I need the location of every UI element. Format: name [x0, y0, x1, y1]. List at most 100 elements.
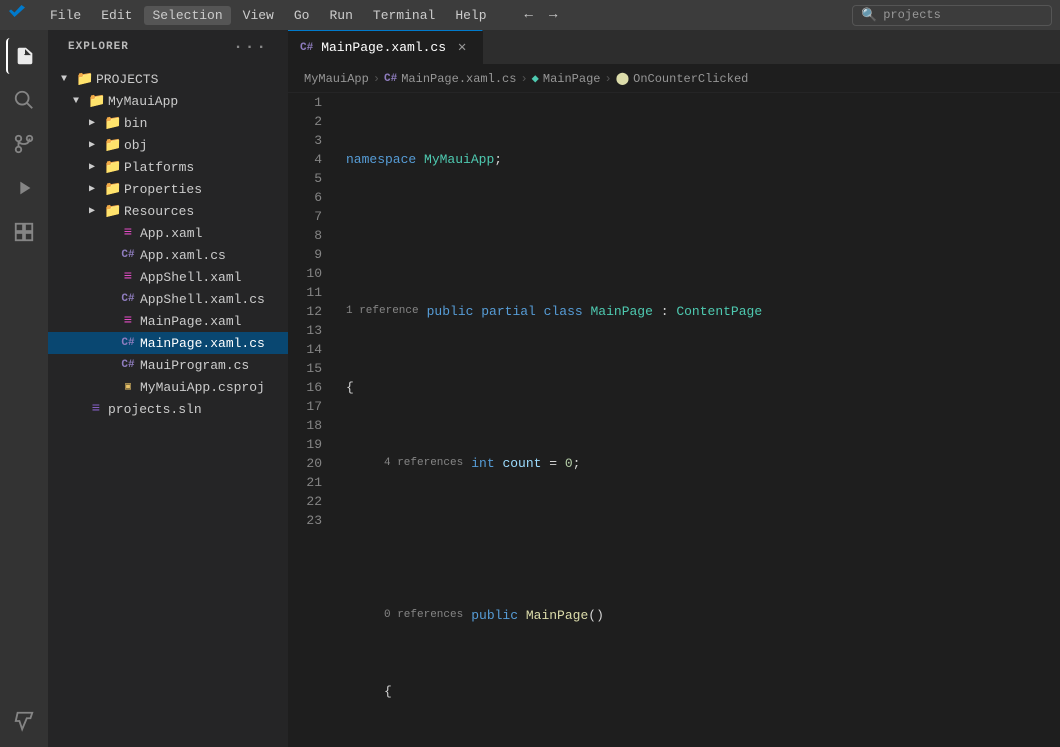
sidebar-item-projects[interactable]: ▼ 📁 PROJECTS [48, 68, 288, 90]
sidebar-item-resources[interactable]: ▶ 📁 Resources [48, 200, 288, 222]
sidebar: EXPLORER ··· ▼ 📁 PROJECTS ▼ 📁 MyMauiApp … [48, 30, 288, 747]
menu-terminal[interactable]: Terminal [365, 6, 443, 25]
vscode-logo [8, 4, 26, 27]
csproj-file-icon: ▣ [120, 381, 136, 393]
testing-activity-icon[interactable] [6, 703, 42, 739]
breadcrumb-sep-3: › [604, 72, 611, 86]
sidebar-title: EXPLORER [68, 41, 129, 53]
chevron-right-icon: ▶ [84, 161, 100, 173]
breadcrumb-method-icon: ⬤ [616, 71, 629, 86]
xaml-file-icon: ≡ [120, 269, 136, 285]
menu-help[interactable]: Help [447, 6, 494, 25]
tab-mainpagexamlcs[interactable]: C# MainPage.xaml.cs ✕ [288, 30, 483, 64]
mainpagexamlcs-label: MainPage.xaml.cs [140, 336, 288, 351]
code-line-4: { [338, 378, 1060, 397]
code-editor[interactable]: 12345 678910 1112131415 1617181920 21222… [288, 93, 1060, 747]
folder-icon: 📁 [88, 93, 104, 110]
code-line-3: 1 referencepublic partial class MainPage… [338, 302, 1060, 321]
menu-bar: File Edit Selection View Go Run Terminal… [42, 6, 495, 25]
menu-view[interactable]: View [235, 6, 282, 25]
sidebar-item-appshellxaml[interactable]: ▶ ≡ AppShell.xaml [48, 266, 288, 288]
source-control-activity-icon[interactable] [6, 126, 42, 162]
code-line-6 [338, 530, 1060, 549]
sidebar-item-mainpagexaml[interactable]: ▶ ≡ MainPage.xaml [48, 310, 288, 332]
breadcrumb-filename[interactable]: MainPage.xaml.cs [401, 72, 516, 86]
mauiprogram-label: MauiProgram.cs [140, 358, 288, 373]
menu-file[interactable]: File [42, 6, 89, 25]
menu-go[interactable]: Go [286, 6, 318, 25]
chevron-right-icon: ▶ [84, 205, 100, 217]
properties-label: Properties [124, 182, 288, 197]
search-activity-icon[interactable] [6, 82, 42, 118]
code-line-5: 4 referencesint count = 0; [338, 454, 1060, 473]
sidebar-item-csproj[interactable]: ▶ ▣ MyMauiApp.csproj [48, 376, 288, 398]
sidebar-item-properties[interactable]: ▶ 📁 Properties [48, 178, 288, 200]
explorer-activity-icon[interactable] [6, 38, 42, 74]
tab-label: MainPage.xaml.cs [321, 40, 446, 55]
titlebar: File Edit Selection View Go Run Terminal… [0, 0, 1060, 30]
menu-edit[interactable]: Edit [93, 6, 140, 25]
sln-label: projects.sln [108, 402, 288, 417]
appshellxaml-label: AppShell.xaml [140, 270, 288, 285]
editor-area: C# MainPage.xaml.cs ✕ MyMauiApp › C# Mai… [288, 30, 1060, 747]
code-line-7: 0 referencespublic MainPage() [338, 606, 1060, 625]
appshellxamlcs-label: AppShell.xaml.cs [140, 292, 288, 307]
search-placeholder: projects [883, 8, 941, 22]
folder-icon: 📁 [104, 203, 120, 220]
line-numbers: 12345 678910 1112131415 1617181920 21222… [288, 93, 338, 747]
breadcrumb-classname[interactable]: MainPage [543, 72, 601, 86]
resources-label: Resources [124, 204, 288, 219]
titlebar-search[interactable]: 🔍 projects [852, 5, 1052, 26]
breadcrumb: MyMauiApp › C# MainPage.xaml.cs › ◆ Main… [288, 65, 1060, 93]
xaml-file-icon: ≡ [120, 313, 136, 329]
breadcrumb-mymauiapp[interactable]: MyMauiApp [304, 72, 369, 86]
sidebar-item-mymauiapp[interactable]: ▼ 📁 MyMauiApp [48, 90, 288, 112]
breadcrumb-sep-1: › [373, 72, 380, 86]
run-debug-activity-icon[interactable] [6, 170, 42, 206]
breadcrumb-class-icon: ◆ [532, 71, 539, 86]
cs-file-icon: C# [120, 337, 136, 349]
sln-file-icon: ≡ [88, 401, 104, 417]
tab-close-button[interactable]: ✕ [454, 40, 470, 56]
cs-file-icon: C# [120, 359, 136, 371]
menu-run[interactable]: Run [321, 6, 360, 25]
menu-selection[interactable]: Selection [144, 6, 230, 25]
search-icon: 🔍 [861, 8, 877, 23]
mainpagexaml-label: MainPage.xaml [140, 314, 288, 329]
titlebar-nav: ← → [519, 5, 564, 25]
folder-icon: 📁 [104, 115, 120, 132]
nav-back-button[interactable]: ← [519, 5, 539, 25]
sidebar-header: EXPLORER ··· [48, 30, 288, 64]
breadcrumb-methodname[interactable]: OnCounterClicked [633, 72, 748, 86]
platforms-label: Platforms [124, 160, 288, 175]
chevron-right-icon: ▶ [84, 117, 100, 129]
code-content[interactable]: namespace MyMauiApp; 1 referencepublic p… [338, 93, 1060, 747]
obj-label: obj [124, 138, 288, 153]
folder-icon: 📁 [104, 137, 120, 154]
sidebar-item-appxamlcs[interactable]: ▶ C# App.xaml.cs [48, 244, 288, 266]
appxaml-label: App.xaml [140, 226, 288, 241]
appxamlcs-label: App.xaml.cs [140, 248, 288, 263]
sidebar-item-obj[interactable]: ▶ 📁 obj [48, 134, 288, 156]
sidebar-tree: ▼ 📁 PROJECTS ▼ 📁 MyMauiApp ▶ 📁 bin ▶ 📁 o… [48, 64, 288, 747]
cs-file-icon: C# [120, 293, 136, 305]
nav-forward-button[interactable]: → [543, 5, 563, 25]
projects-label: PROJECTS [96, 72, 288, 87]
extensions-activity-icon[interactable] [6, 214, 42, 250]
chevron-right-icon: ▶ [84, 183, 100, 195]
sidebar-item-bin[interactable]: ▶ 📁 bin [48, 112, 288, 134]
sidebar-item-mauiprogram[interactable]: ▶ C# MauiProgram.cs [48, 354, 288, 376]
tab-cs-icon: C# [300, 42, 313, 54]
sidebar-item-platforms[interactable]: ▶ 📁 Platforms [48, 156, 288, 178]
activity-bar [0, 30, 48, 747]
code-line-8: { [338, 682, 1060, 701]
folder-icon: 📁 [104, 181, 120, 198]
sidebar-more-button[interactable]: ··· [233, 38, 268, 56]
sidebar-item-sln[interactable]: ▶ ≡ projects.sln [48, 398, 288, 420]
sidebar-item-mainpagexamlcs[interactable]: ▶ C# MainPage.xaml.cs [48, 332, 288, 354]
sidebar-item-appxaml[interactable]: ▶ ≡ App.xaml [48, 222, 288, 244]
main-layout: EXPLORER ··· ▼ 📁 PROJECTS ▼ 📁 MyMauiApp … [0, 30, 1060, 747]
cs-file-icon: C# [120, 249, 136, 261]
sidebar-item-appshellxamlcs[interactable]: ▶ C# AppShell.xaml.cs [48, 288, 288, 310]
folder-icon: 📁 [76, 71, 92, 88]
